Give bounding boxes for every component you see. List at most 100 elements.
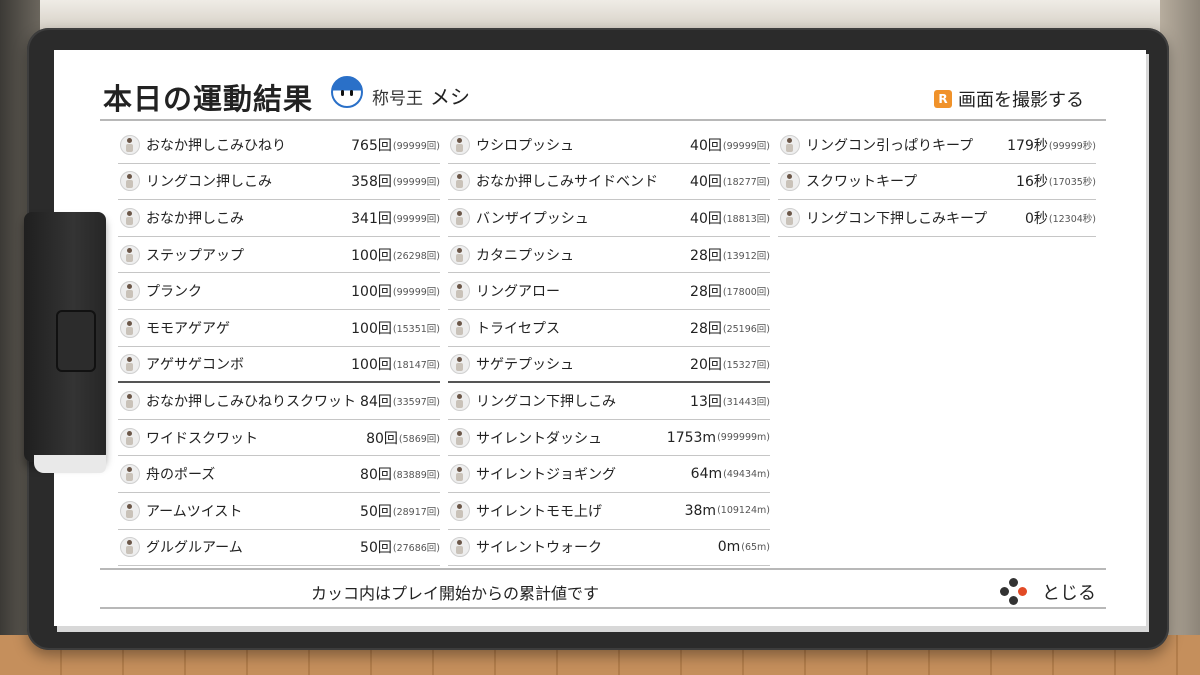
exercise-name: サイレントモモ上げ: [476, 503, 602, 520]
exercise-name: アゲサゲコンボ: [146, 356, 244, 373]
exercise-pose-icon: [450, 171, 470, 192]
exercise-row: バンザイプッシュ 40回 (18813回): [448, 200, 770, 237]
exercise-today-value: 80回: [360, 467, 392, 484]
exercise-name: アームツイスト: [146, 503, 243, 520]
exercise-name: トライセプス: [476, 320, 560, 337]
exercise-row: ステップアップ 100回 (26298回): [118, 237, 440, 274]
exercise-name: サイレントウォーク: [476, 540, 602, 557]
exercise-pose-icon: [120, 281, 140, 302]
exercise-pose-icon: [450, 281, 470, 302]
exercise-name: おなか押しこみサイドベンド: [476, 174, 658, 191]
exercise-today-value: 50回: [360, 503, 392, 520]
footer-divider-bottom: [100, 607, 1106, 609]
exercise-row: リングコン押しこみ 358回 (99999回): [118, 164, 440, 201]
exercise-cumulative-total: (28917回): [392, 506, 440, 518]
close-label: とじる: [1042, 583, 1096, 604]
exercise-pose-icon: [120, 134, 140, 155]
exercise-cumulative-total: (5869回): [398, 433, 440, 445]
close-button[interactable]: とじる: [1000, 578, 1096, 606]
exercise-cumulative-total: (109124m): [717, 505, 770, 517]
exercise-row: ワイドスクワット 80回 (5869回): [118, 420, 440, 457]
exercise-pose-icon: [120, 353, 140, 374]
exercise-cumulative-total: (26298回): [392, 250, 440, 262]
exercise-today-value: 341回: [351, 210, 392, 227]
exercise-name: ワイドスクワット: [146, 430, 258, 447]
exercise-row: トライセプス 28回 (25196回): [448, 310, 770, 347]
exercise-cumulative-total: (13912回): [722, 250, 770, 262]
exercise-row: リングコン下押しこみキープ 0秒 (12304秒): [778, 200, 1096, 237]
exercise-row: プランク 100回 (99999回): [118, 273, 440, 310]
exercise-pose-icon: [120, 207, 140, 228]
exercise-pose-icon: [120, 500, 140, 521]
exercise-cumulative-total: (99999回): [722, 140, 770, 152]
header-divider: [100, 119, 1106, 121]
exercise-cumulative-total: (99999回): [392, 287, 440, 299]
exercise-pose-icon: [450, 353, 470, 374]
exercise-cumulative-total: (25196回): [722, 323, 770, 335]
exercise-cumulative-total: (15327回): [722, 359, 770, 371]
exercise-today-value: 28回: [690, 320, 722, 337]
exercise-row: アームツイスト 50回 (28917回): [118, 493, 440, 530]
exercise-pose-icon: [120, 244, 140, 265]
exercise-name: プランク: [146, 284, 202, 301]
exercise-cumulative-total: (12304秒): [1048, 213, 1096, 225]
exercise-row: ウシロプッシュ 40回 (99999回): [448, 127, 770, 164]
exercise-row: スクワットキープ 16秒 (17035秒): [778, 164, 1096, 201]
exercise-name: グルグルアーム: [146, 540, 243, 557]
exercise-cumulative-total: (33597回): [392, 396, 440, 408]
exercise-cumulative-total: (17800回): [722, 287, 770, 299]
exercise-name: サイレントダッシュ: [476, 430, 602, 447]
exercise-name: リングコン引っぱりキープ: [806, 137, 974, 154]
exercise-name: カタニプッシュ: [476, 247, 574, 264]
exercise-row: サイレントダッシュ 1753m (999999m): [448, 420, 770, 457]
screenshot-button[interactable]: R 画面を撮影する: [934, 86, 1084, 112]
exercise-name: ウシロプッシュ: [476, 137, 574, 154]
exercise-today-value: 40回: [690, 137, 722, 154]
exercise-pose-icon: [120, 390, 140, 411]
exercise-column-3: リングコン引っぱりキープ 179秒 (99999秒) スクワットキープ 16秒 (1703…: [778, 127, 1096, 237]
exercise-today-value: 100回: [351, 284, 392, 301]
exercise-name: スクワットキープ: [806, 174, 918, 191]
page-title: 本日の運動結果: [103, 82, 314, 116]
exercise-row: サイレントジョギング 64m (49434m): [448, 456, 770, 493]
exercise-pose-icon: [780, 207, 800, 228]
exercise-row: サゲテプッシュ 20回 (15327回): [448, 347, 770, 384]
exercise-pose-icon: [780, 171, 800, 192]
exercise-pose-icon: [450, 134, 470, 155]
exercise-today-value: 40回: [690, 174, 722, 191]
exercise-name: リングコン押しこみ: [146, 174, 272, 191]
exercise-row: モモアゲアゲ 100回 (15351回): [118, 310, 440, 347]
exercise-cumulative-total: (99999回): [392, 213, 440, 225]
exercise-name: リングコン下押しこみ: [476, 393, 616, 410]
exercise-today-value: 358回: [351, 174, 392, 191]
rank-label: 称号王: [372, 89, 423, 109]
exercise-cumulative-total: (18147回): [392, 359, 440, 371]
exercise-pose-icon: [120, 317, 140, 338]
exercise-name: おなか押しこみ: [146, 210, 244, 227]
cumulative-note: カッコ内はプレイ開始からの累計値です: [310, 584, 599, 603]
exercise-pose-icon: [450, 464, 470, 485]
rank-value: メシ: [430, 85, 470, 109]
clip-foot: [34, 455, 106, 473]
exercise-name: リングアロー: [476, 284, 560, 301]
exercise-today-value: 16秒: [1016, 174, 1048, 191]
exercise-today-value: 28回: [690, 284, 722, 301]
exercise-pose-icon: [120, 537, 140, 558]
clip-tab: [56, 310, 96, 372]
exercise-today-value: 100回: [351, 320, 392, 337]
exercise-today-value: 1753m: [666, 429, 717, 446]
exercise-cumulative-total: (49434m): [723, 468, 770, 480]
exercise-row: おなか押しこみひねりスクワット 84回 (33597回): [118, 383, 440, 420]
exercise-cumulative-total: (18813回): [722, 213, 770, 225]
exercise-name: モモアゲアゲ: [146, 320, 230, 337]
exercise-today-value: 84回: [360, 393, 392, 410]
exercise-name: 舟のポーズ: [146, 467, 216, 484]
exercise-name: サイレントジョギング: [476, 467, 616, 484]
background-ceiling: [0, 0, 1200, 30]
exercise-today-value: 64m: [690, 466, 723, 483]
exercise-column-1: おなか押しこみひねり 765回 (99999回) リングコン押しこみ 358回 (9999…: [118, 127, 440, 567]
exercise-today-value: 20回: [690, 356, 722, 373]
exercise-name: リングコン下押しこみキープ: [806, 210, 988, 227]
exercise-pose-icon: [780, 134, 800, 155]
exercise-cumulative-total: (18277回): [722, 177, 770, 189]
